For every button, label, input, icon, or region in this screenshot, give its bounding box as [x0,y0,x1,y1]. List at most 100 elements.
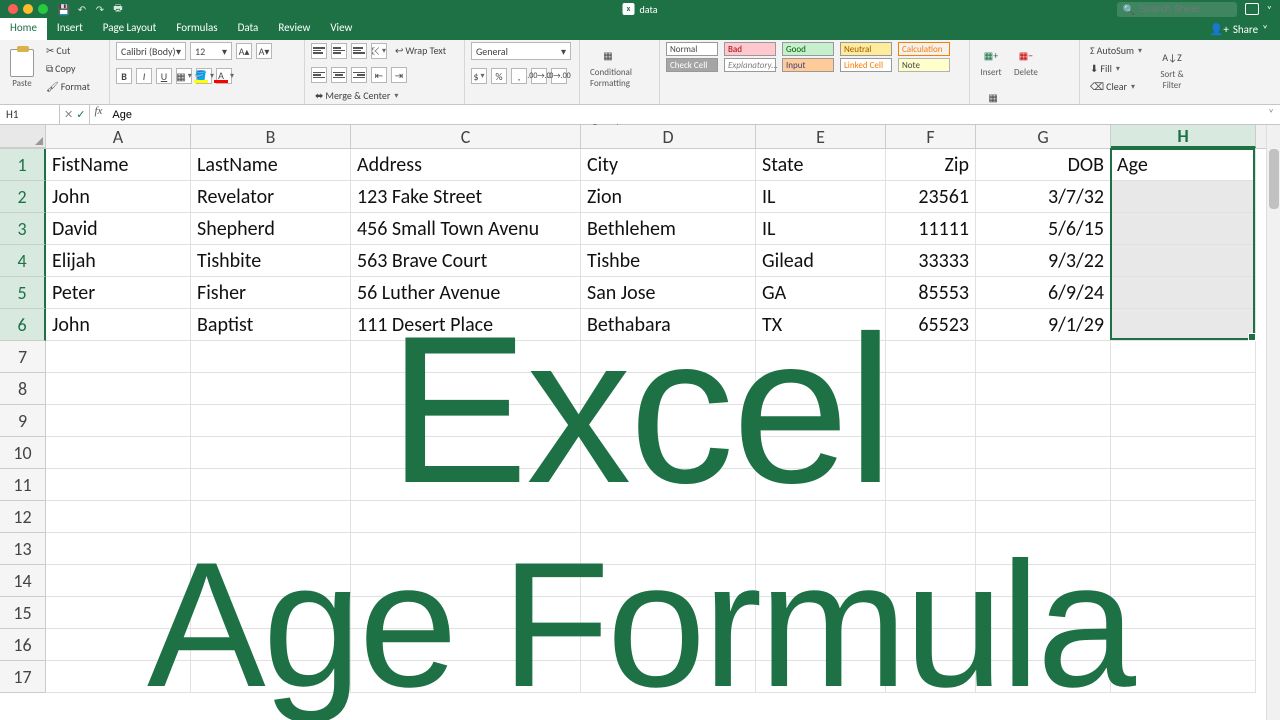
cell-B3[interactable]: Shepherd [191,213,351,245]
cell-G17[interactable] [976,661,1111,693]
cell-D15[interactable] [581,597,756,629]
cell-F14[interactable] [886,565,976,597]
column-header-H[interactable]: H [1111,125,1256,148]
font-color-button[interactable]: A [216,68,232,84]
cell-C10[interactable] [351,437,581,469]
cell-D9[interactable] [581,405,756,437]
cell-C8[interactable] [351,373,581,405]
cell-C7[interactable] [351,341,581,373]
cell-E7[interactable] [756,341,886,373]
cell-G9[interactable] [976,405,1111,437]
cell-style-check-cell[interactable]: Check Cell [666,58,718,72]
cell-A14[interactable] [46,565,191,597]
cell-style-normal[interactable]: Normal [666,42,718,56]
formula-input[interactable] [106,105,1262,124]
cell-A2[interactable]: John [46,181,191,213]
cell-E11[interactable] [756,469,886,501]
cell-E13[interactable] [756,533,886,565]
delete-cells-button[interactable]: ▦−Delete [1010,42,1042,80]
column-header-E[interactable]: E [756,125,886,148]
cell-H8[interactable] [1111,373,1256,405]
name-box[interactable]: H1 [0,105,60,124]
cell-B15[interactable] [191,597,351,629]
cell-D17[interactable] [581,661,756,693]
cell-F11[interactable] [886,469,976,501]
row-header-14[interactable]: 14 [0,565,46,597]
cell-E4[interactable]: Gilead [756,245,886,277]
cell-H15[interactable] [1111,597,1256,629]
row-header-11[interactable]: 11 [0,469,46,501]
column-header-D[interactable]: D [581,125,756,148]
comma-button[interactable]: , [511,68,527,84]
cell-H2[interactable] [1111,181,1256,213]
row-header-16[interactable]: 16 [0,629,46,661]
tab-page-layout[interactable]: Page Layout [93,18,167,40]
cell-B11[interactable] [191,469,351,501]
align-top-button[interactable] [311,43,327,59]
decrease-decimal-button[interactable]: .0→.00 [551,68,567,84]
cell-H10[interactable] [1111,437,1256,469]
copy-button[interactable]: ⧉Copy [42,60,94,77]
formula-bar-expand-icon[interactable]: ˅ [1262,105,1280,124]
cell-F2[interactable]: 23561 [886,181,976,213]
cell-B6[interactable]: Baptist [191,309,351,341]
cell-C14[interactable] [351,565,581,597]
cell-G7[interactable] [976,341,1111,373]
cell-style-calculation[interactable]: Calculation [898,42,950,56]
cell-D5[interactable]: San Jose [581,277,756,309]
cell-D16[interactable] [581,629,756,661]
cell-A16[interactable] [46,629,191,661]
cell-G13[interactable] [976,533,1111,565]
spreadsheet-grid[interactable]: ABCDEFGH 1FistNameLastNameAddressCitySta… [0,125,1280,720]
row-header-12[interactable]: 12 [0,501,46,533]
cell-A17[interactable] [46,661,191,693]
cell-E8[interactable] [756,373,886,405]
font-size-dropdown[interactable]: 12▾ [190,42,232,60]
cell-style-linked-cell[interactable]: Linked Cell [840,58,892,72]
cell-B4[interactable]: Tishbite [191,245,351,277]
tab-formulas[interactable]: Formulas [166,18,227,40]
row-header-2[interactable]: 2 [0,181,46,213]
cell-G2[interactable]: 3/7/32 [976,181,1111,213]
cell-A15[interactable] [46,597,191,629]
cell-H4[interactable] [1111,245,1256,277]
cell-A7[interactable] [46,341,191,373]
align-left-button[interactable] [311,67,327,83]
maximize-window-button[interactable] [38,4,48,14]
cell-H17[interactable] [1111,661,1256,693]
sort-filter-button[interactable]: A↓ZSort & Filter [1152,44,1192,93]
cell-style-neutral[interactable]: Neutral [840,42,892,56]
cell-H1[interactable]: Age [1111,149,1256,181]
tab-home[interactable]: Home [0,18,47,40]
cell-B14[interactable] [191,565,351,597]
insert-cells-button[interactable]: ▦+Insert [976,42,1006,80]
cell-E10[interactable] [756,437,886,469]
tab-view[interactable]: View [320,18,362,40]
save-icon[interactable]: 💾 [58,3,70,15]
align-right-button[interactable] [351,67,367,83]
cell-E16[interactable] [756,629,886,661]
cell-G16[interactable] [976,629,1111,661]
cell-G15[interactable] [976,597,1111,629]
tab-data[interactable]: Data [228,18,269,40]
cell-A12[interactable] [46,501,191,533]
row-header-13[interactable]: 13 [0,533,46,565]
column-header-C[interactable]: C [351,125,581,148]
cell-H5[interactable] [1111,277,1256,309]
cell-G14[interactable] [976,565,1111,597]
row-header-1[interactable]: 1 [0,149,46,181]
row-header-4[interactable]: 4 [0,245,46,277]
column-header-B[interactable]: B [191,125,351,148]
search-sheet-input[interactable] [1139,4,1229,15]
cell-G8[interactable] [976,373,1111,405]
enter-formula-icon[interactable]: ✓ [76,108,85,121]
cell-C15[interactable] [351,597,581,629]
cell-D14[interactable] [581,565,756,597]
cell-A6[interactable]: John [46,309,191,341]
caret-down-icon[interactable]: ˅ [1267,3,1272,16]
row-header-8[interactable]: 8 [0,373,46,405]
cell-style-explanatory-[interactable]: Explanatory... [724,58,776,72]
undo-icon[interactable]: ↶ [76,3,88,15]
cell-E15[interactable] [756,597,886,629]
cell-C4[interactable]: 563 Brave Court [351,245,581,277]
